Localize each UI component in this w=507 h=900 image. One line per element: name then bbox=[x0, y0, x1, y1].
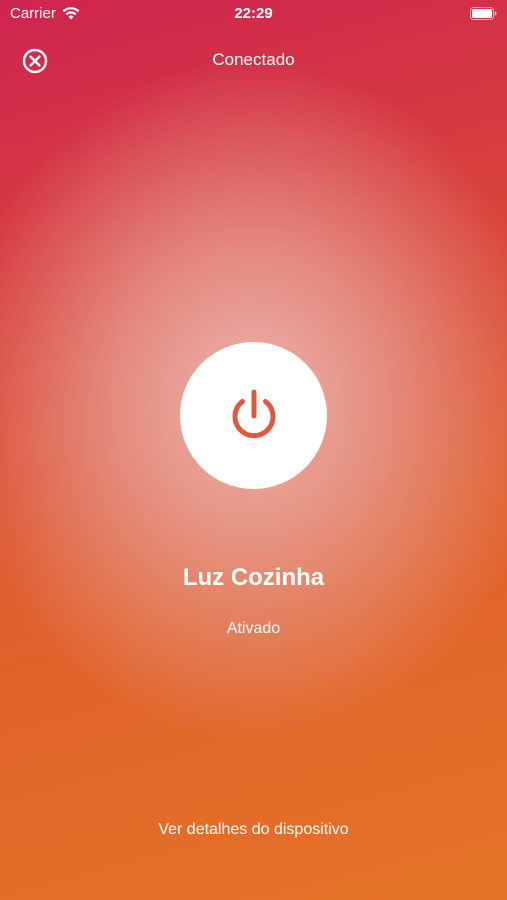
status-time: 22:29 bbox=[234, 5, 273, 22]
device-control-screen: Carrier 22:29 Conectado Luz Cozinha Ativ… bbox=[0, 0, 507, 900]
nav-title: Conectado bbox=[212, 50, 295, 69]
power-icon bbox=[232, 389, 275, 438]
status-bar: Carrier 22:29 bbox=[0, 0, 507, 28]
battery-icon bbox=[470, 7, 497, 20]
power-toggle-button[interactable] bbox=[180, 342, 327, 489]
device-details-link[interactable]: Ver detalhes do dispositivo bbox=[0, 821, 507, 839]
device-name: Luz Cozinha bbox=[182, 564, 325, 591]
device-status: Ativado bbox=[226, 620, 281, 637]
nav-bar: Conectado bbox=[0, 40, 507, 80]
